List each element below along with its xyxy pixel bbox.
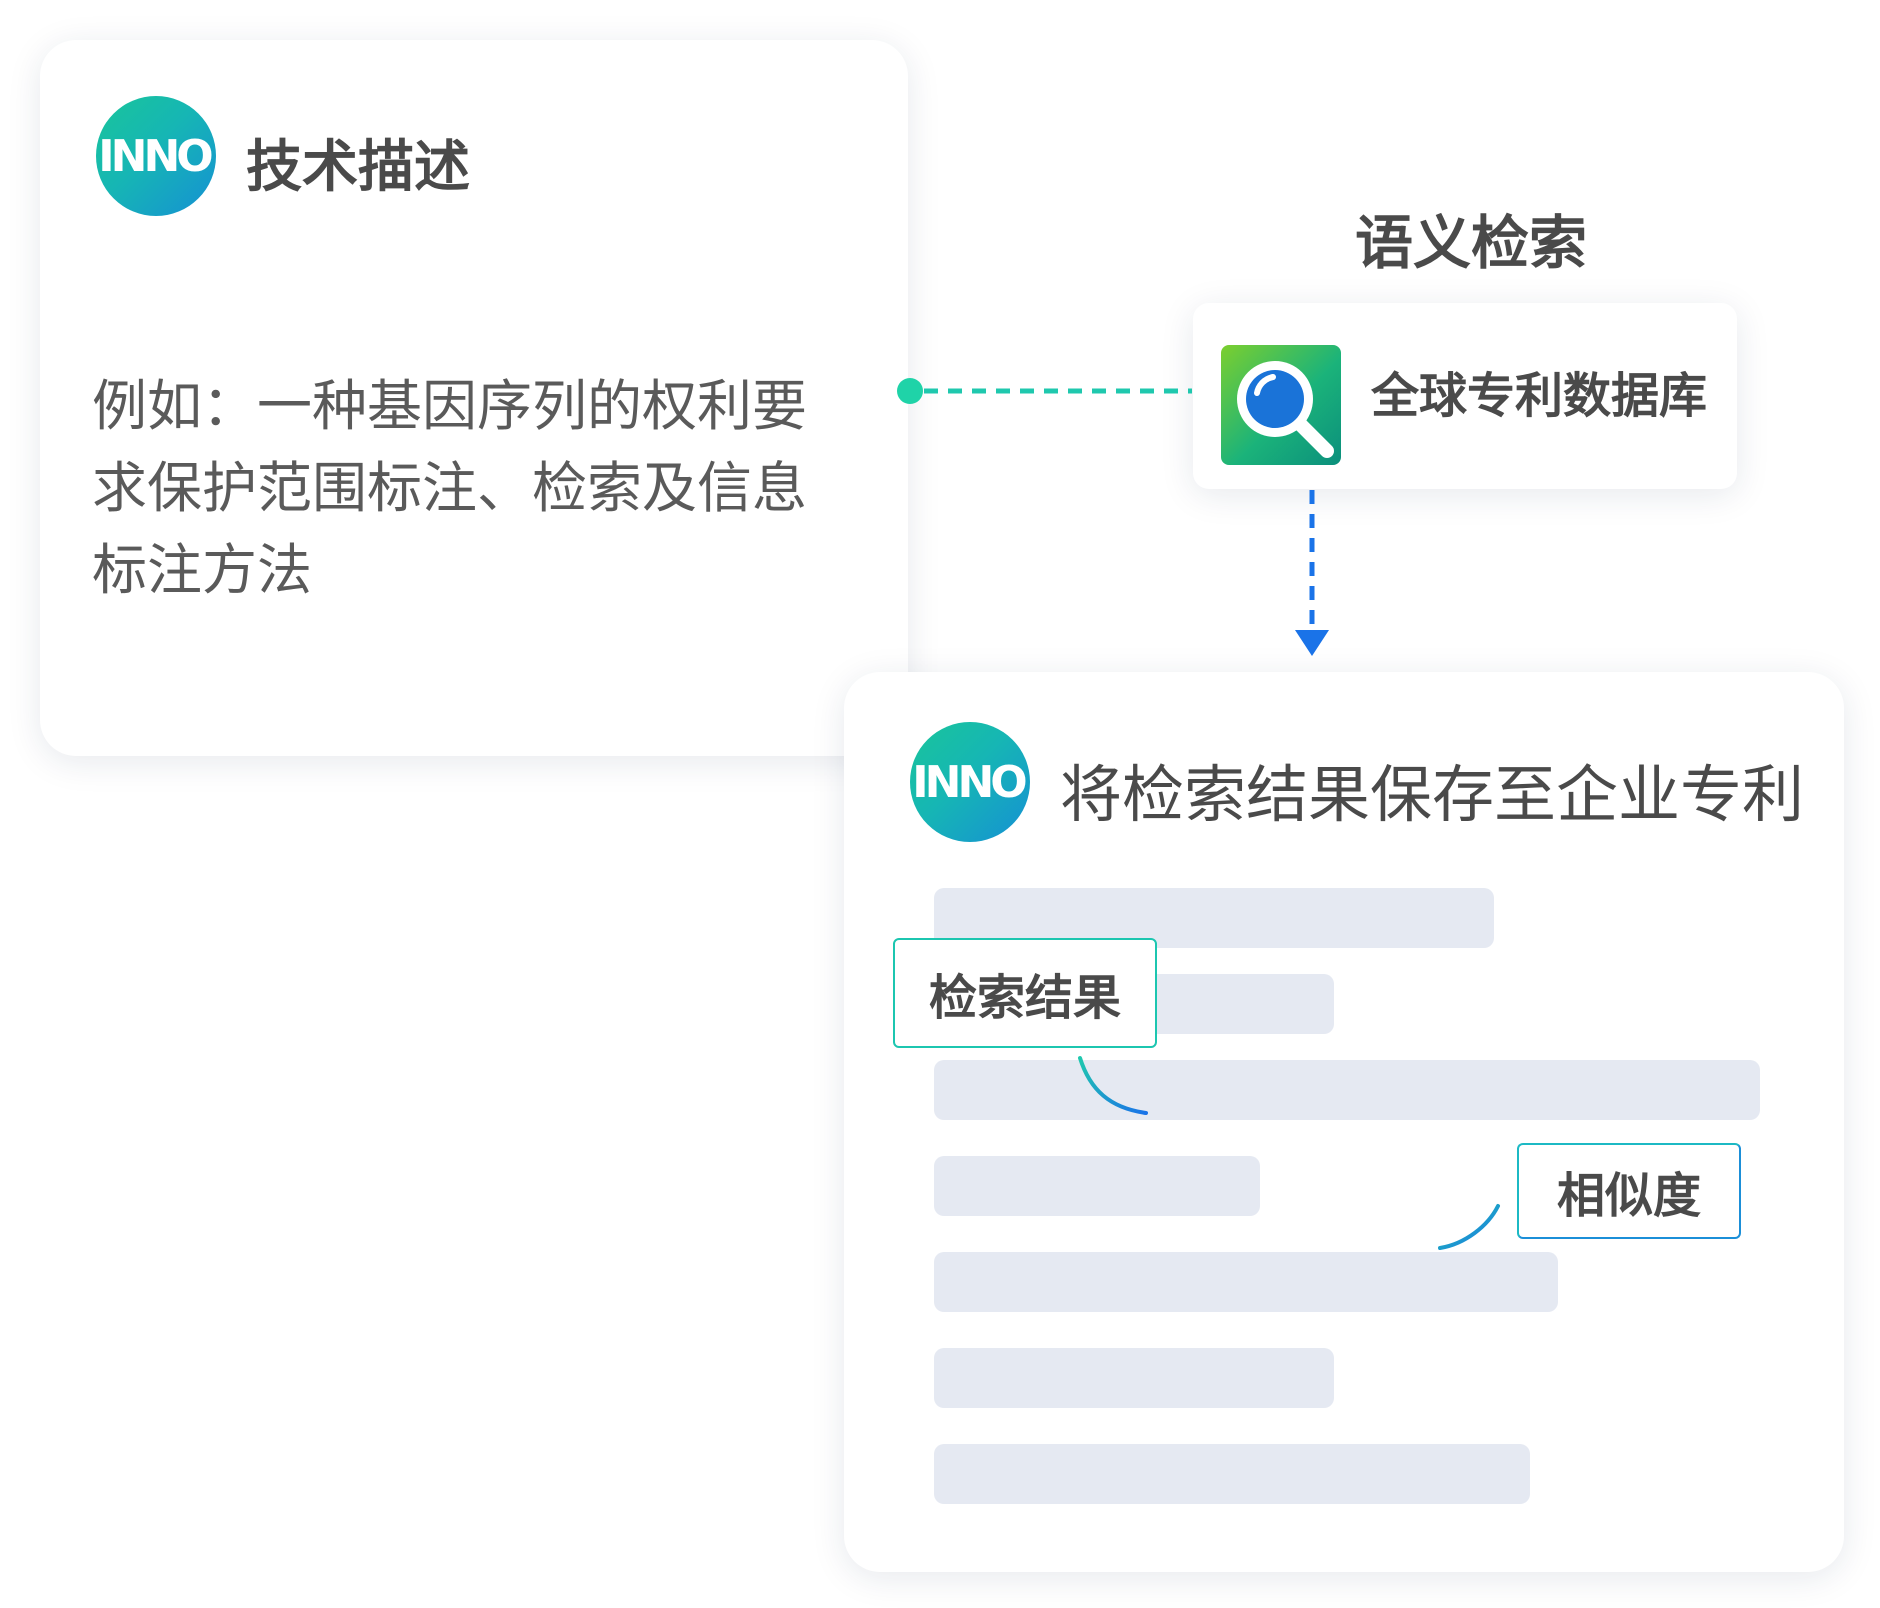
inno-logo: INNO bbox=[96, 96, 216, 216]
result-bar bbox=[934, 1060, 1760, 1120]
inno-logo: INNO bbox=[910, 722, 1030, 842]
result-bar bbox=[934, 1252, 1558, 1312]
tech-card-title: 技术描述 bbox=[246, 135, 470, 200]
similarity-tag: 相似度 bbox=[1517, 1143, 1741, 1239]
database-label: 全球专利数据库 bbox=[1371, 368, 1708, 424]
search-result-card: INNO 将检索结果保存至企业专利 bbox=[844, 672, 1844, 1572]
result-bar bbox=[934, 1156, 1260, 1216]
result-bar bbox=[934, 1444, 1530, 1504]
semantic-search-title: 语义检索 bbox=[1355, 209, 1588, 277]
tech-description-card: INNO 技术描述 例如：一种基因序列的权利要求保护范围标注、检索及信息标注方法 bbox=[40, 40, 908, 756]
patent-database-card: 全球专利数据库 bbox=[1193, 303, 1737, 489]
down-arrow-icon bbox=[1295, 630, 1329, 656]
magnifier-icon bbox=[1221, 345, 1341, 465]
search-result-tag: 检索结果 bbox=[893, 938, 1157, 1048]
result-card-title: 将检索结果保存至企业专利 bbox=[1060, 758, 1805, 831]
tech-description-text: 例如：一种基因序列的权利要求保护范围标注、检索及信息标注方法 bbox=[92, 374, 808, 602]
result-bar bbox=[934, 1348, 1334, 1408]
